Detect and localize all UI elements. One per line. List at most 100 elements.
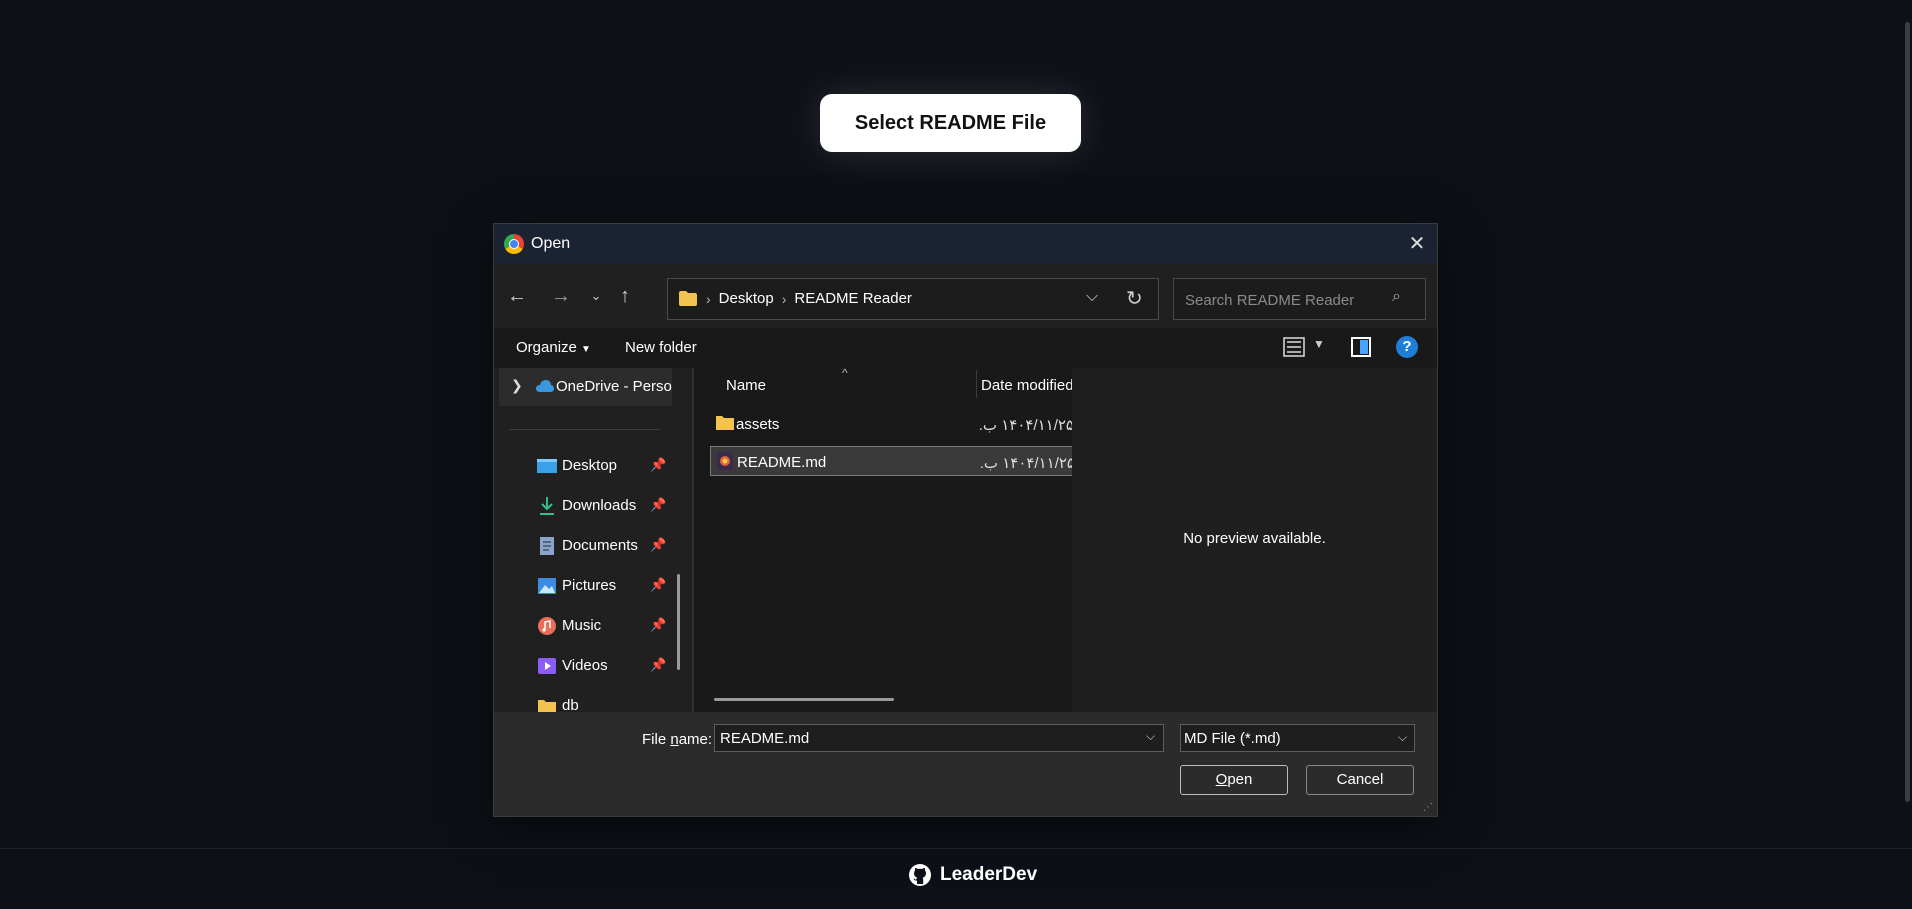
page-scrollbar[interactable] bbox=[1904, 0, 1912, 908]
github-icon bbox=[909, 864, 931, 886]
sidebar-item-desktop[interactable]: Desktop 📌 bbox=[494, 450, 669, 482]
breadcrumb-readme-reader[interactable]: README Reader bbox=[794, 290, 912, 307]
sort-ascending-icon: ^ bbox=[842, 366, 848, 380]
file-name-label-part: File bbox=[642, 731, 671, 748]
column-header-name[interactable]: Name bbox=[726, 377, 766, 394]
sidebar-item-label: OneDrive - Perso bbox=[556, 378, 672, 395]
sidebar-item-documents[interactable]: Documents 📌 bbox=[494, 530, 669, 562]
documents-icon bbox=[540, 537, 554, 555]
dialog-titlebar: Open ✕ bbox=[494, 224, 1437, 264]
markdown-file-icon bbox=[717, 452, 733, 470]
pin-icon[interactable]: 📌 bbox=[650, 617, 666, 633]
pin-icon[interactable]: 📌 bbox=[650, 657, 666, 673]
videos-icon bbox=[538, 658, 556, 674]
sidebar-item-label: Desktop bbox=[562, 457, 618, 474]
pin-icon[interactable]: 📌 bbox=[650, 537, 666, 553]
search-icon[interactable]: ⌕ bbox=[1392, 288, 1401, 306]
new-folder-button[interactable]: New folder bbox=[625, 339, 697, 356]
sidebar-item-label: Pictures bbox=[562, 577, 617, 594]
breadcrumb-desktop[interactable]: Desktop bbox=[719, 290, 774, 307]
pictures-icon bbox=[538, 578, 556, 594]
file-name-label-part: ame: bbox=[678, 731, 713, 748]
footer-brand-link[interactable]: LeaderDev bbox=[908, 863, 1037, 887]
command-bar: Organize ▼ New folder ▼ ? bbox=[494, 328, 1437, 368]
preview-pane-icon[interactable] bbox=[1351, 337, 1371, 357]
file-name: README.md bbox=[737, 454, 827, 471]
preview-message: No preview available. bbox=[1183, 530, 1326, 547]
organize-button[interactable]: Organize ▼ bbox=[516, 339, 591, 356]
column-header: ^ Name Date modified bbox=[694, 366, 1074, 402]
file-name-input[interactable] bbox=[718, 729, 1122, 748]
downloads-icon bbox=[540, 497, 554, 515]
address-bar[interactable]: › Desktop › README Reader ⌵ ↻ bbox=[667, 278, 1159, 320]
file-row-readme[interactable]: README.md ۱۴۰۴/۱۱/۲۵ ب.ظ ۱۱:۰ bbox=[710, 446, 1075, 476]
page-footer: LeaderDev bbox=[0, 848, 1912, 909]
dialog-footer: File name: ⌵ MD File (*.md) ⌵ Open Cance… bbox=[494, 712, 1437, 816]
sidebar-divider bbox=[509, 429, 660, 430]
folder-icon bbox=[538, 700, 556, 712]
file-row-assets[interactable]: assets ۱۴۰۴/۱۱/۲۵ ب.ظ ۰۷: bbox=[710, 409, 1074, 439]
close-icon[interactable]: ✕ bbox=[1405, 232, 1429, 256]
expand-chevron-icon[interactable]: ❯ bbox=[511, 377, 523, 394]
footer-brand-label: LeaderDev bbox=[940, 864, 1038, 885]
file-name-combobox[interactable]: ⌵ bbox=[714, 724, 1164, 752]
column-header-date-modified[interactable]: Date modified bbox=[981, 377, 1074, 394]
back-arrow-icon[interactable]: ← bbox=[505, 284, 529, 308]
file-type-value: MD File (*.md) bbox=[1184, 730, 1281, 747]
up-arrow-icon[interactable]: ↑ bbox=[613, 284, 637, 308]
folder-icon bbox=[716, 416, 734, 430]
view-dropdown-icon[interactable]: ▼ bbox=[1313, 337, 1325, 351]
page-scrollbar-thumb[interactable] bbox=[1905, 22, 1910, 802]
sidebar-item-label: Documents bbox=[562, 537, 638, 554]
sidebar-item-music[interactable]: Music 📌 bbox=[494, 610, 669, 642]
open-button-mnemonic: O bbox=[1215, 771, 1228, 788]
file-date: ۱۴۰۴/۱۱/۲۵ ب.ظ ۱۱:۰ bbox=[980, 455, 1075, 472]
navigation-pane-scrollbar[interactable] bbox=[677, 574, 680, 670]
view-details-icon[interactable] bbox=[1283, 337, 1305, 357]
sidebar-item-label: Music bbox=[562, 617, 602, 634]
pin-icon[interactable]: 📌 bbox=[650, 497, 666, 513]
cancel-button[interactable]: Cancel bbox=[1306, 765, 1414, 795]
refresh-icon[interactable]: ↻ bbox=[1126, 286, 1143, 311]
file-list-horizontal-scrollbar[interactable] bbox=[714, 698, 894, 701]
column-divider[interactable] bbox=[976, 370, 977, 398]
music-icon bbox=[538, 617, 556, 635]
dialog-title: Open bbox=[531, 235, 571, 252]
address-dropdown-icon[interactable]: ⌵ bbox=[1086, 288, 1098, 306]
recent-locations-chevron-icon[interactable]: ⌄ bbox=[584, 284, 608, 308]
sidebar-item-label: db bbox=[562, 697, 579, 712]
navigation-pane: ❯ OneDrive - Perso Desktop 📌 Downloads 📌… bbox=[494, 368, 692, 712]
open-file-dialog: Open ✕ ← → ⌄ ↑ › Desktop › README Reader… bbox=[493, 223, 1438, 817]
forward-arrow-icon[interactable]: → bbox=[549, 284, 573, 308]
organize-label: Organize bbox=[516, 339, 577, 356]
select-readme-button[interactable]: Select README File bbox=[820, 94, 1081, 152]
help-icon[interactable]: ? bbox=[1396, 336, 1418, 358]
pin-icon[interactable]: 📌 bbox=[650, 577, 666, 593]
file-name: assets bbox=[736, 416, 780, 433]
preview-pane: No preview available. bbox=[1072, 368, 1437, 712]
sidebar-item-label: Videos bbox=[562, 657, 608, 674]
file-name-label-mnemonic: n bbox=[670, 731, 679, 748]
breadcrumb: › Desktop › README Reader bbox=[706, 290, 912, 307]
open-button-label: pen bbox=[1227, 771, 1253, 788]
file-type-dropdown-icon[interactable]: ⌵ bbox=[1398, 730, 1407, 745]
breadcrumb-chevron-icon: › bbox=[781, 290, 787, 307]
sidebar-item-db[interactable]: db bbox=[494, 690, 669, 712]
sidebar-item-onedrive[interactable]: ❯ OneDrive - Perso bbox=[499, 368, 672, 406]
file-name-dropdown-icon[interactable]: ⌵ bbox=[1146, 729, 1155, 744]
chrome-icon bbox=[504, 234, 524, 254]
sidebar-item-downloads[interactable]: Downloads 📌 bbox=[494, 490, 669, 522]
onedrive-cloud-icon bbox=[536, 380, 554, 392]
pin-icon[interactable]: 📌 bbox=[650, 457, 666, 473]
desktop-icon bbox=[537, 459, 557, 473]
organize-dropdown-icon: ▼ bbox=[581, 344, 591, 355]
sidebar-item-pictures[interactable]: Pictures 📌 bbox=[494, 570, 669, 602]
search-box[interactable]: ⌕ bbox=[1173, 278, 1426, 320]
navigation-bar: ← → ⌄ ↑ › Desktop › README Reader ⌵ ↻ ⌕ bbox=[494, 264, 1437, 328]
open-button[interactable]: Open bbox=[1180, 765, 1288, 795]
sidebar-item-videos[interactable]: Videos 📌 bbox=[494, 650, 669, 682]
resize-grip-icon[interactable]: ⋰ bbox=[1423, 802, 1433, 813]
file-type-select[interactable]: MD File (*.md) ⌵ bbox=[1180, 724, 1415, 752]
search-input[interactable] bbox=[1183, 289, 1387, 311]
folder-icon bbox=[679, 291, 697, 306]
